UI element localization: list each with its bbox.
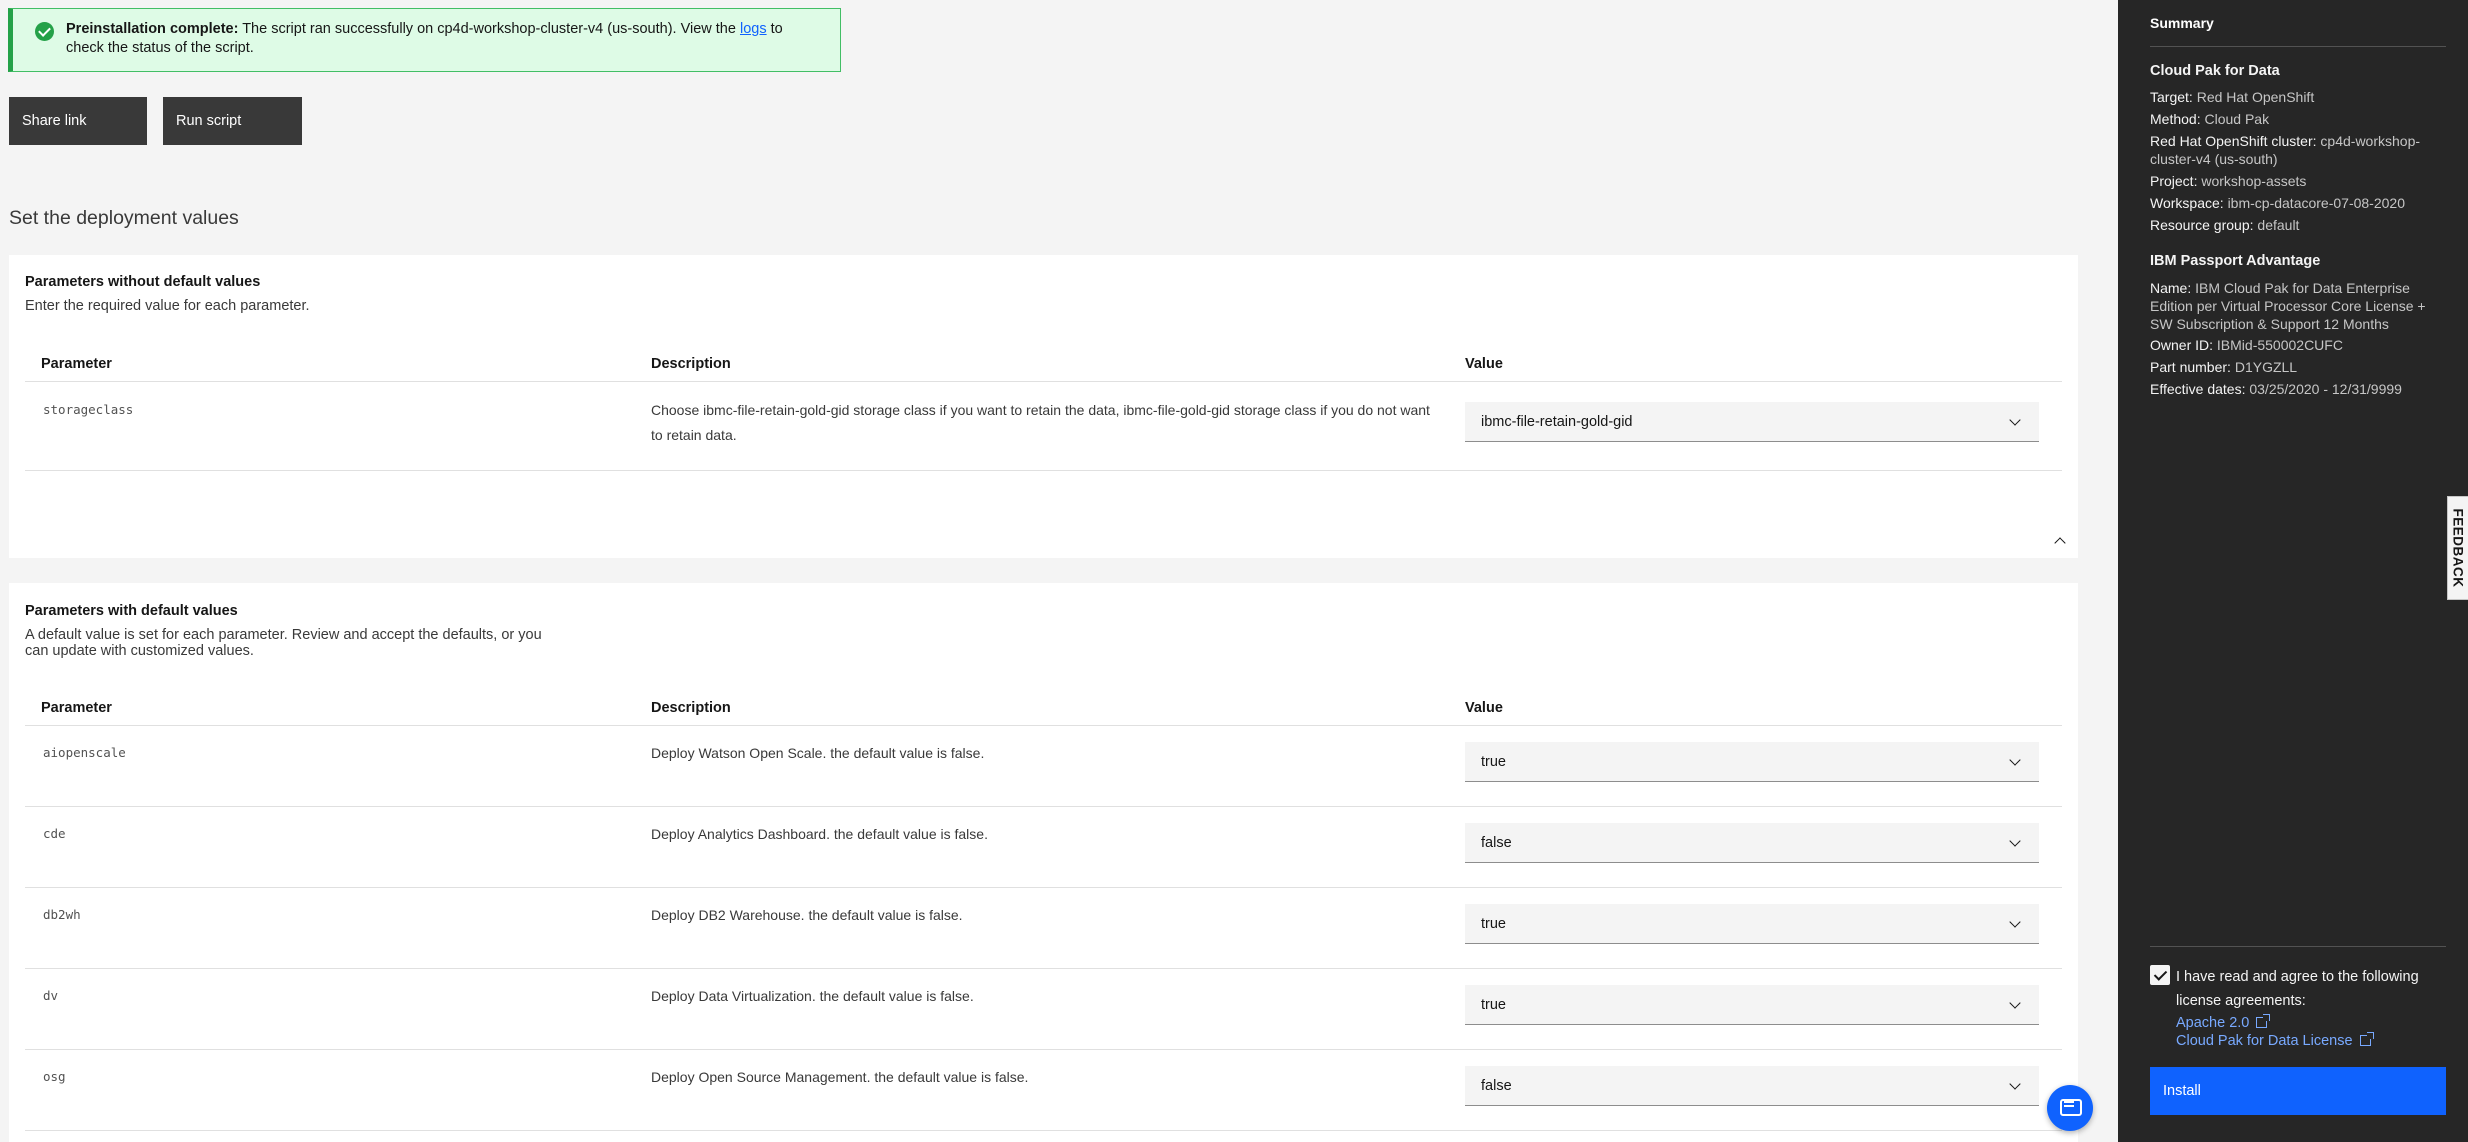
parameters-with-defaults-panel: Parameters with default values A default… [9, 583, 2078, 1142]
chat-icon[interactable] [2047, 1085, 2093, 1131]
select-value: ibmc-file-retain-gold-gid [1481, 414, 1633, 430]
run-script-button[interactable]: Run script [163, 97, 302, 145]
column-header-parameter: Parameter [41, 700, 112, 716]
notification-text: The script ran successfully on cp4d-work… [238, 21, 740, 37]
summary-sidebar: Summary Cloud Pak for Data Target: Red H… [2118, 0, 2468, 1142]
chevron-down-icon [2009, 916, 2021, 928]
install-button[interactable]: Install [2150, 1067, 2446, 1115]
summary-resource-group: Resource group: default [2150, 217, 2300, 233]
panel-subtitle: A default value is set for each paramete… [25, 627, 542, 659]
column-header-description: Description [651, 700, 731, 716]
logs-link[interactable]: logs [740, 21, 767, 37]
db2wh-select[interactable]: true [1465, 904, 2039, 944]
divider [2150, 46, 2446, 47]
divider [25, 806, 2062, 807]
launch-icon [2359, 1032, 2374, 1046]
parameter-name: aiopenscale [43, 745, 126, 760]
success-notification: Preinstallation complete: The script ran… [8, 8, 841, 72]
cde-select[interactable]: false [1465, 823, 2039, 863]
summary-name: Name: IBM Cloud Pak for Data Enterprise … [2150, 280, 2426, 332]
chevron-down-icon [2009, 997, 2021, 1009]
summary-method: Method: Cloud Pak [2150, 111, 2270, 127]
divider [25, 887, 2062, 888]
parameter-description: Deploy Open Source Management. the defau… [651, 1069, 1029, 1085]
summary-dates: Effective dates: 03/25/2020 - 12/31/9999 [2150, 381, 2402, 397]
summary-workspace: Workspace: ibm-cp-datacore-07-08-2020 [2150, 195, 2405, 211]
osg-select[interactable]: false [1465, 1066, 2039, 1106]
select-value: true [1481, 997, 1506, 1013]
select-value: true [1481, 754, 1506, 770]
column-header-parameter: Parameter [41, 356, 112, 372]
chevron-down-icon [2009, 414, 2021, 426]
checkmark-filled-icon [35, 22, 54, 41]
agree-text: I have read and agree to the following l… [2176, 969, 2419, 1009]
notification-title: Preinstallation complete: [66, 21, 239, 37]
summary-target: Target: Red Hat OpenShift [2150, 89, 2315, 105]
parameter-name: dv [43, 988, 59, 1003]
select-value: false [1481, 835, 1512, 851]
share-link-button[interactable]: Share link [9, 97, 147, 145]
passport-heading: IBM Passport Advantage [2150, 253, 2321, 269]
parameter-description: Choose ibmc-file-retain-gold-gid storage… [651, 402, 1430, 443]
divider [25, 968, 2062, 969]
divider [25, 470, 2062, 471]
divider [25, 1130, 2062, 1131]
parameter-name: db2wh [43, 907, 81, 922]
summary-project: Project: workshop-assets [2150, 173, 2307, 189]
divider [25, 1049, 2062, 1050]
chevron-down-icon [2009, 835, 2021, 847]
summary-cluster: Red Hat OpenShift cluster: cp4d-workshop… [2150, 133, 2421, 167]
parameter-name: cde [43, 826, 66, 841]
parameters-without-defaults-panel: Parameters without default values Enter … [9, 255, 2078, 558]
chevron-down-icon [2009, 1078, 2021, 1090]
summary-part-number: Part number: D1YGZLL [2150, 359, 2298, 375]
column-header-value: Value [1465, 700, 1503, 716]
divider [25, 725, 2062, 726]
parameter-name: storageclass [43, 402, 134, 417]
cloud-pak-license-link[interactable]: Cloud Pak for Data License [2176, 1032, 2374, 1049]
cloud-pak-heading: Cloud Pak for Data [2150, 63, 2280, 79]
parameter-name: osg [43, 1069, 66, 1084]
parameter-description: Deploy Analytics Dashboard. the default … [651, 826, 988, 842]
parameter-description: Deploy Watson Open Scale. the default va… [651, 745, 985, 761]
parameter-description: Deploy Data Virtualization. the default … [651, 988, 974, 1004]
divider [25, 381, 2062, 382]
launch-icon [2256, 1014, 2271, 1028]
column-header-description: Description [651, 356, 731, 372]
agree-checkbox[interactable] [2150, 965, 2170, 985]
storageclass-select[interactable]: ibmc-file-retain-gold-gid [1465, 402, 2039, 442]
select-value: true [1481, 916, 1506, 932]
divider [2150, 946, 2446, 947]
aiopenscale-select[interactable]: true [1465, 742, 2039, 782]
select-value: false [1481, 1078, 1512, 1094]
chevron-up-icon[interactable] [2054, 537, 2066, 549]
panel-title: Parameters with default values [25, 603, 238, 619]
dv-select[interactable]: true [1465, 985, 2039, 1025]
parameter-description: Deploy DB2 Warehouse. the default value … [651, 907, 963, 923]
summary-owner-id: Owner ID: IBMid-550002CUFC [2150, 337, 2343, 353]
feedback-tab[interactable]: FEEDBACK [2447, 496, 2468, 600]
page-title: Set the deployment values [9, 207, 239, 229]
column-header-value: Value [1465, 356, 1503, 372]
panel-subtitle: Enter the required value for each parame… [25, 298, 310, 314]
chevron-down-icon [2009, 754, 2021, 766]
summary-title: Summary [2150, 15, 2214, 31]
apache-license-link[interactable]: Apache 2.0 [2176, 1014, 2271, 1031]
panel-title: Parameters without default values [25, 274, 261, 290]
